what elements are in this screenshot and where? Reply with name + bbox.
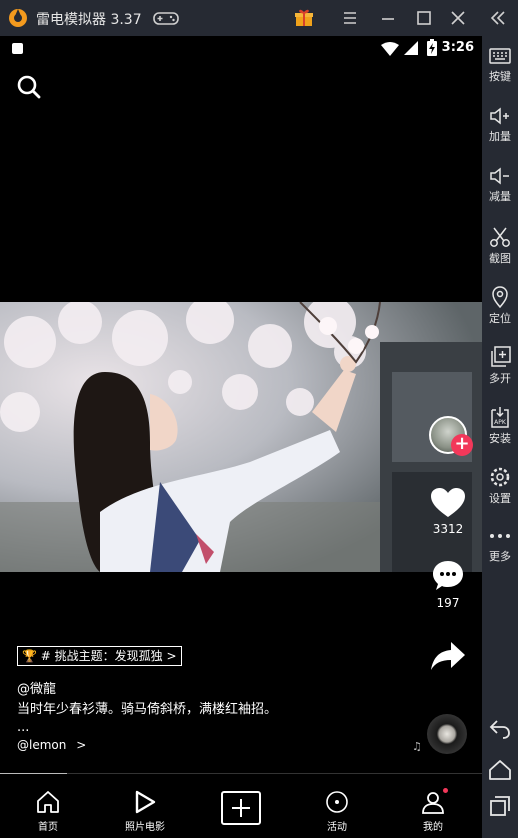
- leidian-logo-icon: [9, 9, 27, 27]
- author-name[interactable]: @微龍: [17, 678, 56, 697]
- location-pin-icon: [492, 286, 508, 308]
- heart-icon: [431, 488, 465, 517]
- nav-activity-label: 活动: [327, 822, 347, 833]
- share-arrow-icon: [431, 642, 465, 670]
- share-button[interactable]: [424, 642, 472, 670]
- sidebar-item-label: 定位: [489, 312, 511, 325]
- gift-icon[interactable]: [294, 8, 314, 28]
- sidebar-item-location[interactable]: 定位: [482, 286, 518, 326]
- sidebar-item-label: 更多: [489, 550, 511, 563]
- video-caption: 当时年少春衫薄。骑马倚斜桥，满楼红袖招。: [17, 702, 278, 717]
- chevron-right-icon: >: [166, 649, 177, 663]
- multi-instance-icon: [491, 346, 511, 367]
- sidebar-item-label: 设置: [489, 492, 511, 505]
- nav-home[interactable]: 首页: [8, 790, 88, 833]
- music-disc[interactable]: [427, 714, 467, 754]
- sidebar-item-multi-instance[interactable]: 多开: [482, 346, 518, 386]
- challenge-topic-tag[interactable]: 🏆 # 挑战主题：发现孤独 >: [17, 646, 182, 666]
- sidebar-item-volume-up[interactable]: 加量: [482, 106, 518, 144]
- caption-ellipsis[interactable]: ...: [17, 720, 29, 735]
- nav-mine[interactable]: 我的: [393, 790, 473, 833]
- photo-girl-cherry-blossom: [0, 302, 482, 572]
- nav-photo-movie[interactable]: 照片电影: [105, 790, 185, 833]
- music-note-icon: ♫: [412, 740, 422, 753]
- back-icon[interactable]: [488, 716, 512, 740]
- close-icon[interactable]: [448, 8, 468, 28]
- nav-activity[interactable]: 活动: [297, 790, 377, 833]
- battery-charging-icon: [427, 39, 437, 56]
- play-icon: [135, 790, 156, 814]
- video-progress-fill: [0, 773, 68, 774]
- gear-icon: [490, 467, 510, 487]
- sidebar-item-screenshot[interactable]: 截图: [482, 226, 518, 266]
- activity-circle-icon: [326, 791, 348, 813]
- wifi-icon: [381, 42, 399, 56]
- home-icon: [37, 791, 59, 813]
- minimize-icon[interactable]: [378, 8, 398, 28]
- sidebar-item-label: 截图: [489, 252, 511, 265]
- sidebar-item-label: 多开: [489, 372, 511, 385]
- maximize-icon[interactable]: [414, 8, 434, 28]
- sidebar-item-keys[interactable]: 按键: [482, 46, 518, 84]
- home-nav-icon[interactable]: [488, 758, 512, 782]
- music-credit-label: @lemon: [17, 738, 67, 752]
- comment-button[interactable]: 197: [424, 560, 472, 610]
- more-dots-icon: [490, 534, 510, 538]
- volume-up-icon: [490, 107, 509, 125]
- sidebar-item-volume-down[interactable]: 减量: [482, 166, 518, 204]
- signal-icon: [404, 41, 418, 55]
- emulator-title-bar: 雷电模拟器 3.37: [0, 0, 518, 36]
- chevron-right-icon: >: [76, 738, 87, 752]
- emulator-sidebar: 按键 加量 减量 截图 定位 多开 APK 安装 设置 更多: [482, 36, 518, 838]
- video-progress-bar[interactable]: [0, 773, 482, 774]
- sidebar-item-install[interactable]: APK 安装: [482, 406, 518, 446]
- sidebar-item-label: 减量: [489, 190, 511, 203]
- recent-apps-icon[interactable]: [488, 794, 512, 818]
- sidebar-item-label: 安装: [489, 432, 511, 445]
- create-button[interactable]: [221, 791, 261, 825]
- comment-count: 197: [436, 596, 460, 610]
- emulator-title: 雷电模拟器 3.37: [36, 12, 142, 28]
- sidebar-item-label: 按键: [489, 70, 511, 83]
- collapse-sidebar-icon[interactable]: [488, 8, 508, 28]
- nav-mine-label: 我的: [423, 822, 443, 833]
- sidebar-item-more[interactable]: 更多: [482, 526, 518, 564]
- user-icon: [422, 792, 444, 814]
- keyboard-icon: [489, 48, 511, 64]
- search-icon[interactable]: [16, 74, 42, 100]
- nav-photo-movie-label: 照片电影: [125, 822, 165, 833]
- sidebar-item-settings[interactable]: 设置: [482, 466, 518, 506]
- apk-install-icon: APK: [491, 407, 509, 428]
- follow-button[interactable]: +: [451, 434, 473, 456]
- challenge-topic-label: # 挑战主题：发现孤独: [40, 649, 163, 663]
- volume-down-icon: [490, 167, 509, 185]
- bottom-nav: 首页 照片电影 活动 我的: [0, 776, 482, 838]
- nav-home-label: 首页: [38, 822, 58, 833]
- author-avatar[interactable]: +: [429, 416, 473, 456]
- scissors-icon: [490, 227, 510, 247]
- status-bar: 3:26: [0, 36, 482, 60]
- plus-icon: [232, 799, 250, 817]
- music-credit[interactable]: @lemon >: [17, 738, 86, 752]
- trophy-icon: 🏆: [22, 649, 37, 663]
- like-button[interactable]: 3312: [424, 488, 472, 536]
- video-photo[interactable]: [0, 302, 482, 572]
- phone-screen: 3:26 + 3312 197 🏆 # 挑战主题：发现孤独 > @微龍 当时年少…: [0, 36, 482, 838]
- status-time: 3:26: [441, 40, 474, 55]
- notification-dot: [443, 788, 448, 793]
- svg-text:APK: APK: [494, 419, 507, 426]
- like-count: 3312: [432, 522, 464, 536]
- menu-icon[interactable]: [340, 8, 360, 28]
- comment-bubble-icon: [433, 561, 463, 590]
- sidebar-item-label: 加量: [489, 130, 511, 143]
- notification-icon: [12, 43, 23, 54]
- gamepad-icon[interactable]: [152, 8, 180, 28]
